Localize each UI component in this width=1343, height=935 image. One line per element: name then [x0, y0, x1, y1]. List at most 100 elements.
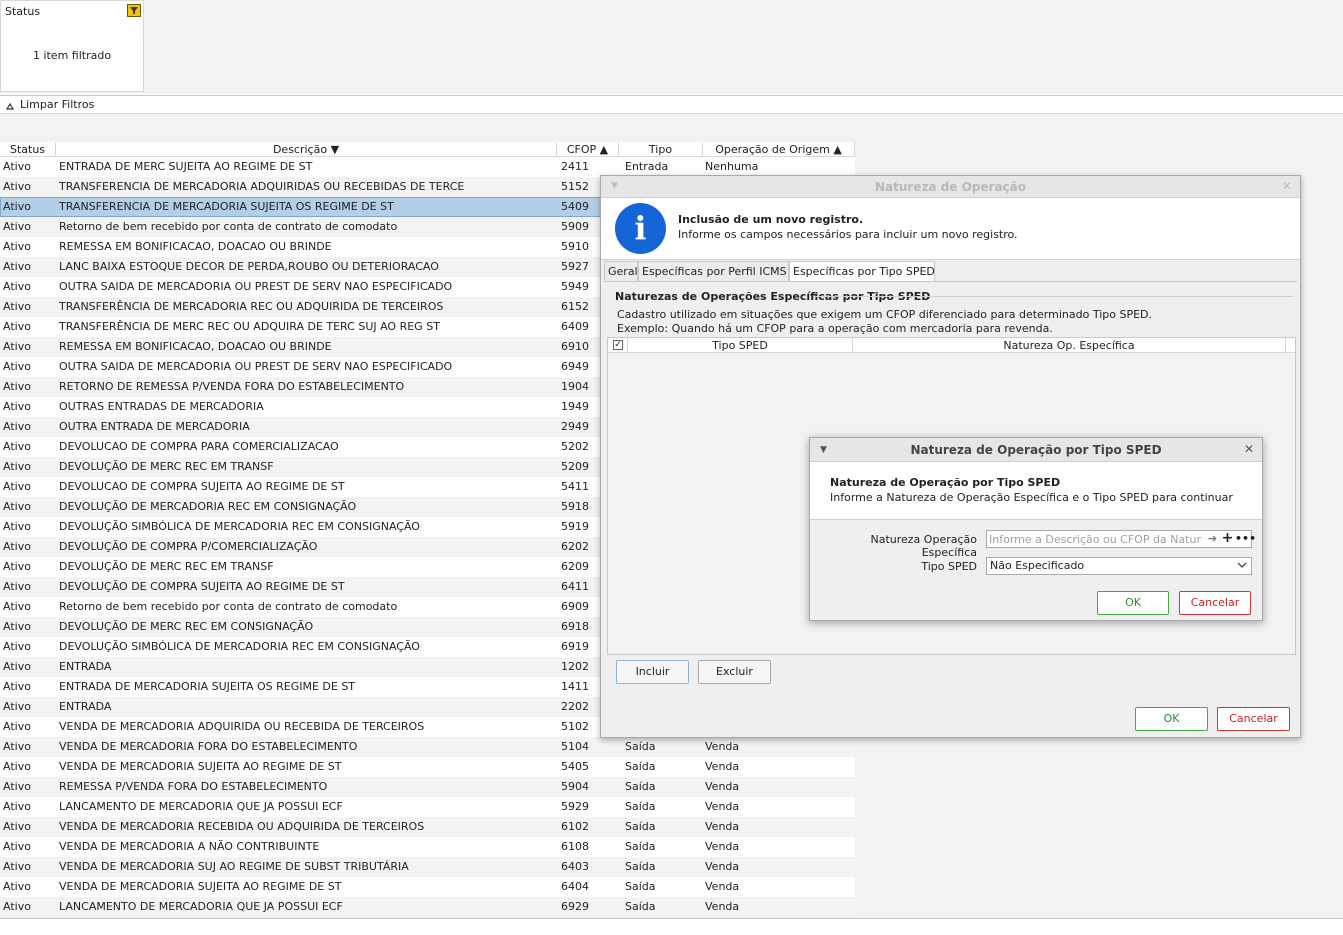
- column-header-descricao[interactable]: Descrição ▼: [56, 142, 557, 157]
- cell-status: Ativo: [3, 720, 31, 733]
- cell-descricao: ENTRADA DE MERC SUJEITA AO REGIME DE ST: [59, 160, 313, 173]
- cell-descricao: OUTRA ENTRADA DE MERCADORIA: [59, 420, 250, 433]
- tipo-sped-label: Tipo SPED: [921, 560, 977, 573]
- filter-icon[interactable]: [127, 4, 141, 17]
- cell-status: Ativo: [3, 740, 31, 753]
- column-header-tipo-sped[interactable]: Tipo SPED: [628, 338, 853, 353]
- cell-descricao: DEVOLUÇÃO SIMBÓLICA DE MERCADORIA REC EM…: [59, 520, 420, 533]
- cancel-button[interactable]: Cancelar: [1217, 707, 1290, 731]
- cell-descricao: ENTRADA DE MERCADORIA SUJEITA OS REGIME …: [59, 680, 356, 693]
- table-row[interactable]: Ativo VENDA DE MERCADORIA SUJEITA AO REGI…: [0, 757, 855, 777]
- cell-tipo: Saída: [625, 780, 656, 793]
- cell-status: Ativo: [3, 860, 31, 873]
- cell-status: Ativo: [3, 640, 31, 653]
- cell-status: Ativo: [3, 840, 31, 853]
- cell-descricao: TRANSFERÊNCIA DE MERCADORIA REC OU ADQUI…: [59, 300, 444, 313]
- cell-status: Ativo: [3, 240, 31, 253]
- cell-status: Ativo: [3, 360, 31, 373]
- cell-cfop: 2411: [561, 160, 589, 173]
- cell-status: Ativo: [3, 220, 31, 233]
- ok-button[interactable]: OK: [1135, 707, 1208, 731]
- column-header-natureza-especifica[interactable]: Natureza Op. Específica: [853, 338, 1286, 353]
- select-all-checkbox[interactable]: ✓: [613, 340, 623, 350]
- table-row[interactable]: Ativo VENDA DE MERCADORIA SUJ AO REGIME D…: [0, 857, 855, 877]
- tab-tipo-sped[interactable]: Específicas por Tipo SPED: [789, 261, 935, 282]
- cell-descricao: LANC BAIXA ESTOQUE DECOR DE PERDA,ROUBO …: [59, 260, 439, 273]
- cell-status: Ativo: [3, 320, 31, 333]
- cell-status: Ativo: [3, 820, 31, 833]
- cell-descricao: DEVOLUÇÃO DE COMPRA SUJEITA AO REGIME DE…: [59, 580, 345, 593]
- column-header-tipo[interactable]: Tipo: [619, 142, 703, 157]
- cell-origem: Venda: [705, 840, 740, 853]
- tab-geral[interactable]: Geral: [604, 261, 638, 282]
- tipo-sped-table-header: ✓ Tipo SPED Natureza Op. Específica: [608, 338, 1295, 353]
- dialog-titlebar[interactable]: ▼ Natureza de Operação ✕: [601, 176, 1300, 198]
- cell-descricao: OUTRA SAIDA DE MERCADORIA OU PREST DE SE…: [59, 280, 453, 293]
- cell-descricao: DEVOLUCAO DE COMPRA PARA COMERCIALIZACAO: [59, 440, 339, 453]
- cell-descricao: VENDA DE MERCADORIA A NÃO CONTRIBUINTE: [59, 840, 320, 853]
- cell-status: Ativo: [3, 540, 31, 553]
- cell-cfop: 5104: [561, 740, 589, 753]
- status-filter-card[interactable]: Status 1 item filtrado: [0, 0, 144, 92]
- tab-perfil-icms[interactable]: Específicas por Perfil ICMS: [638, 261, 789, 282]
- column-header-cfop[interactable]: CFOP ▲: [557, 142, 619, 157]
- dialog-header-title: Inclusão de um novo registro.: [678, 213, 864, 226]
- more-icon[interactable]: •••: [1235, 531, 1256, 547]
- close-icon[interactable]: ✕: [1282, 179, 1292, 193]
- cell-cfop: 6404: [561, 880, 589, 893]
- cell-status: Ativo: [3, 300, 31, 313]
- table-row[interactable]: Ativo VENDA DE MERCADORIA RECEBIDA OU ADQ…: [0, 817, 855, 837]
- table-row[interactable]: Ativo ENTRADA DE MERC SUJEITA AO REGIME D…: [0, 157, 855, 177]
- tipo-sped-selected: Não Especificado: [990, 559, 1085, 572]
- subdialog-header: Natureza de Operação por Tipo SPED Infor…: [810, 462, 1262, 520]
- table-row[interactable]: Ativo REMESSA P/VENDA FORA DO ESTABELECIM…: [0, 777, 855, 797]
- chevron-down-icon[interactable]: [1237, 558, 1247, 575]
- tipo-sped-select[interactable]: Não Especificado: [986, 557, 1252, 575]
- table-row[interactable]: Ativo VENDA DE MERCADORIA SUJEITA AO REGI…: [0, 877, 855, 897]
- cell-status: Ativo: [3, 180, 31, 193]
- cell-status: Ativo: [3, 500, 31, 513]
- clear-filters-bar[interactable]: Limpar Filtros: [0, 95, 1343, 114]
- subdialog-header-subtitle: Informe a Natureza de Operação Específic…: [830, 491, 1233, 504]
- cell-tipo: Saída: [625, 880, 656, 893]
- cell-tipo: Saída: [625, 800, 656, 813]
- subdialog-titlebar[interactable]: ▼ Natureza de Operação por Tipo SPED ✕: [810, 438, 1262, 462]
- close-icon[interactable]: ✕: [1244, 442, 1254, 456]
- natureza-especifica-field: ➔ + •••: [986, 530, 1256, 548]
- select-all-cell[interactable]: ✓: [608, 338, 628, 353]
- tipo-sped-dialog: ▼ Natureza de Operação por Tipo SPED ✕ N…: [809, 437, 1263, 621]
- column-header-origem[interactable]: Operação de Origem ▲: [703, 142, 855, 157]
- cell-origem: Venda: [705, 820, 740, 833]
- section-example: Exemplo: Quando há um CFOP para a operaç…: [617, 322, 1053, 335]
- table-row[interactable]: Ativo VENDA DE MERCADORIA FORA DO ESTABEL…: [0, 737, 855, 757]
- plus-icon[interactable]: +: [1220, 531, 1235, 547]
- cell-status: Ativo: [3, 520, 31, 533]
- arrow-right-icon[interactable]: ➔: [1205, 531, 1220, 547]
- cell-descricao: OUTRAS ENTRADAS DE MERCADORIA: [59, 400, 264, 413]
- sub-ok-button[interactable]: OK: [1097, 591, 1169, 615]
- column-header-status[interactable]: Status: [0, 142, 56, 157]
- sub-cancel-button[interactable]: Cancelar: [1179, 591, 1251, 615]
- collapse-triangle-icon[interactable]: [5, 100, 15, 113]
- cell-descricao: LANCAMENTO DE MERCADORIA QUE JA POSSUI E…: [59, 800, 343, 813]
- table-row[interactable]: Ativo VENDA DE MERCADORIA A NÃO CONTRIBUI…: [0, 837, 855, 857]
- clear-filters-label[interactable]: Limpar Filtros: [20, 98, 94, 111]
- cell-status: Ativo: [3, 160, 31, 173]
- table-row[interactable]: Ativo LANCAMENTO DE MERCADORIA QUE JA POS…: [0, 797, 855, 817]
- table-row[interactable]: Ativo LANCAMENTO DE MERCADORIA QUE JA POS…: [0, 897, 855, 917]
- cell-status: Ativo: [3, 880, 31, 893]
- cell-status: Ativo: [3, 680, 31, 693]
- cell-status: Ativo: [3, 780, 31, 793]
- cell-descricao: OUTRA SAIDA DE MERCADORIA OU PREST DE SE…: [59, 360, 453, 373]
- cell-status: Ativo: [3, 260, 31, 273]
- cell-descricao: REMESSA EM BONIFICACAO, DOACAO OU BRINDE: [59, 240, 332, 253]
- cell-status: Ativo: [3, 560, 31, 573]
- cell-descricao: TRANSFERENCIA DE MERCADORIA ADQUIRIDAS O…: [59, 180, 465, 193]
- delete-button[interactable]: Excluir: [698, 660, 771, 684]
- include-button[interactable]: Incluir: [616, 660, 689, 684]
- cell-descricao: DEVOLUÇÃO DE MERC REC EM TRANSF: [59, 560, 274, 573]
- natureza-especifica-input[interactable]: [987, 531, 1203, 547]
- cell-descricao: DEVOLUÇÃO DE MERCADORIA REC EM CONSIGNAÇ…: [59, 500, 357, 513]
- dialog-header: i Inclusão de um novo registro. Informe …: [601, 198, 1300, 260]
- cell-origem: Venda: [705, 740, 740, 753]
